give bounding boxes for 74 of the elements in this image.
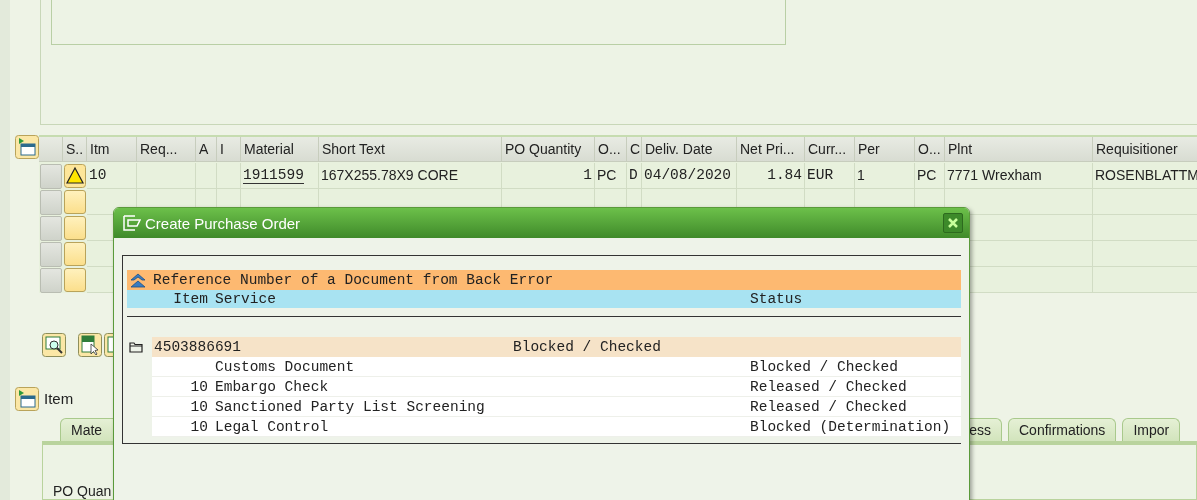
table-cell: EUR <box>805 162 855 189</box>
status-text: Blocked / Checked <box>750 358 898 375</box>
status-text: Released / Checked <box>750 398 907 415</box>
select-all-cell[interactable] <box>39 136 63 162</box>
row-selector[interactable] <box>40 241 62 267</box>
service-row[interactable]: 10 Legal Control Blocked (Determination) <box>152 417 961 437</box>
table-cell: PC <box>595 162 627 189</box>
row-selector[interactable] <box>40 215 62 241</box>
status-button[interactable] <box>64 189 86 214</box>
item-number: 10 <box>190 378 208 395</box>
service-name: Legal Control <box>215 418 329 435</box>
service-name: Sanctioned Party List Screening <box>215 398 485 415</box>
tab[interactable]: Impor <box>1122 418 1181 441</box>
column-header[interactable]: Net Pri... <box>737 136 805 162</box>
item-number: 10 <box>190 418 208 435</box>
column-header[interactable]: O... <box>915 136 945 162</box>
column-header[interactable]: Req... <box>137 136 196 162</box>
close-icon <box>947 217 959 229</box>
column-header[interactable]: I <box>217 136 241 162</box>
row-selector[interactable] <box>40 267 62 293</box>
document-row[interactable]: 4503886691 Blocked / Checked <box>152 337 961 357</box>
close-button[interactable] <box>943 213 963 233</box>
column-header[interactable]: A <box>196 136 217 162</box>
status-button[interactable] <box>64 267 86 292</box>
header-title: Reference Number of a Document from Back Error <box>153 272 554 288</box>
table-cell: PC <box>915 162 945 189</box>
service-name: Embargo Check <box>215 378 329 395</box>
service-row[interactable]: Customs Document Blocked / Checked <box>152 357 961 377</box>
column-header[interactable]: O... <box>595 136 627 162</box>
column-header[interactable]: Material <box>241 136 319 162</box>
tab[interactable]: Confirmations <box>1008 418 1117 441</box>
expand-section-icon[interactable] <box>15 386 39 411</box>
column-header[interactable]: C <box>627 136 642 162</box>
column-header: Status <box>750 291 804 307</box>
field-label: PO Quan <box>53 483 112 499</box>
search-icon[interactable] <box>42 332 66 357</box>
column-header[interactable]: Deliv. Date <box>642 136 737 162</box>
material-link[interactable]: 1911599 <box>241 162 319 189</box>
collapse-icon[interactable] <box>129 272 147 288</box>
column-header: Service <box>214 291 277 307</box>
status-text: Released / Checked <box>750 378 907 395</box>
column-header[interactable]: Short Text <box>319 136 502 162</box>
table-cell: 1 <box>502 162 595 189</box>
table-cell: 1.84 <box>737 162 805 189</box>
table-cell: 167X255.78X9 CORE <box>319 162 502 189</box>
document-number: 4503886691 <box>154 339 242 355</box>
column-header[interactable]: Itm <box>87 136 137 162</box>
row-selector[interactable] <box>40 189 62 215</box>
column-header[interactable]: Plnt <box>945 136 1093 162</box>
document-pointer-icon[interactable] <box>78 332 102 357</box>
table-cell: 04/08/2020 <box>642 162 737 189</box>
window-title: Create Purchase Order <box>145 214 301 232</box>
item-number: 10 <box>190 398 208 415</box>
column-header[interactable]: S.. <box>63 136 87 162</box>
status-button[interactable] <box>64 215 86 240</box>
table-cell: 1 <box>855 162 915 189</box>
column-header[interactable]: Per <box>855 136 915 162</box>
column-header[interactable]: Curr... <box>805 136 855 162</box>
window-icon <box>123 215 141 231</box>
column-header[interactable]: Requisitioner <box>1093 136 1197 162</box>
service-row[interactable]: 10 Embargo Check Released / Checked <box>152 377 961 397</box>
section-title: Item <box>44 390 74 408</box>
service-name: Customs Document <box>215 358 355 375</box>
service-row[interactable]: 10 Sanctioned Party List Screening Released / Checked <box>152 397 961 417</box>
column-header: Item <box>172 291 208 307</box>
table-cell: 7771 Wrexham <box>945 162 1093 189</box>
table-cell: D <box>627 162 642 189</box>
table-layout-icon[interactable] <box>15 134 39 159</box>
folder-icon[interactable] <box>129 341 143 353</box>
table-cell: ROSENBLATTM <box>1093 162 1197 189</box>
status-button[interactable] <box>64 241 86 266</box>
status-text: Blocked / Checked <box>513 339 662 355</box>
table-cell: 10 <box>87 162 137 189</box>
column-header[interactable]: PO Quantity <box>502 136 595 162</box>
